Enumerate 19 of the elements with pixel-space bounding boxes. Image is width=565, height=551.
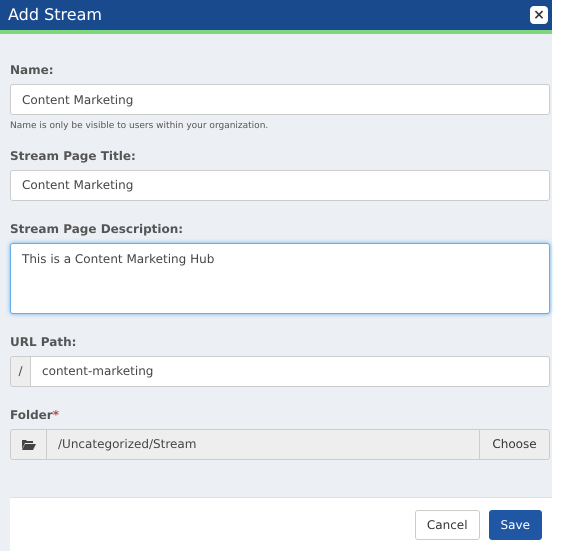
save-button[interactable]: Save xyxy=(488,510,542,540)
required-mark: * xyxy=(52,406,59,422)
url-path-field[interactable]: content-marketing xyxy=(31,356,550,386)
description-textarea[interactable]: This is a Content Marketing Hub xyxy=(10,242,550,314)
cancel-button[interactable]: Cancel xyxy=(414,510,480,540)
window-title: Add Stream xyxy=(8,4,102,26)
field-label: URL Path: xyxy=(10,334,76,350)
text-field[interactable]: Content Marketing xyxy=(10,84,550,115)
prefix-addon: / xyxy=(10,356,31,386)
field-label: Name: xyxy=(10,62,54,78)
folder-path-field: /Uncategorized/Stream xyxy=(47,428,480,460)
folder-open-icon xyxy=(22,438,36,450)
text-field[interactable]: Content Marketing xyxy=(10,170,550,200)
field-label: Folder xyxy=(10,406,53,422)
close-button[interactable]: × xyxy=(530,6,548,24)
choose-button[interactable]: Choose xyxy=(480,428,550,460)
field-label: Stream Page Title: xyxy=(10,148,136,164)
field-label: Stream Page Description: xyxy=(10,220,184,236)
help-text: Name is only be visible to users within your organization. xyxy=(10,120,270,133)
